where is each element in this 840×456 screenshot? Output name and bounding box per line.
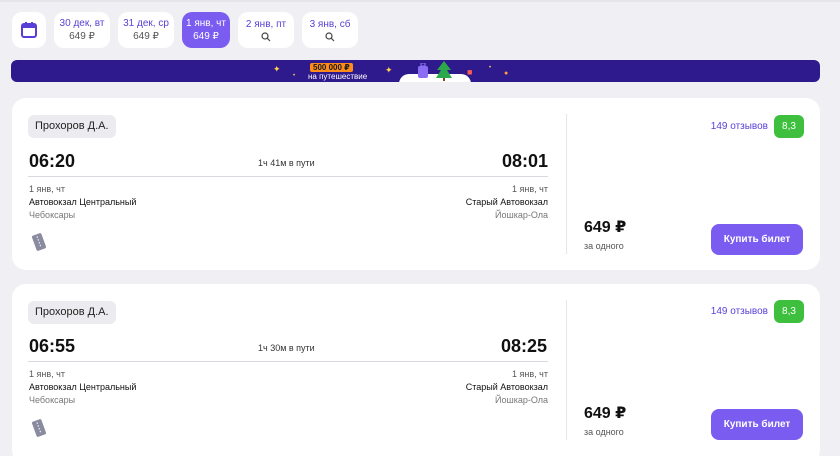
arrive-city: Йошкар-Ола [495,395,548,405]
promo-text: на путешествие [308,72,368,81]
ticket-price: 649 ₽ [584,405,627,422]
trip-card: Прохоров Д.А. 06:20 1ч 41м в пути 08:01 … [12,98,820,270]
date-chip-day: 31 дек, ср [123,18,169,29]
depart-time: 06:55 [29,336,76,356]
date-chip-jan3[interactable]: 3 янв, сб [302,12,358,48]
star-icon: ✦ [385,65,393,75]
depart-city: Чебоксары [29,210,76,220]
trip-duration: 1ч 41м в пути [258,158,315,168]
route-line [28,176,548,177]
search-icon [325,31,335,41]
star-icon: ✦ [273,64,281,74]
arrive-time: 08:25 [501,336,548,356]
carrier-name[interactable]: Прохоров Д.А. [28,301,116,324]
date-chip-day: 30 дек, вт [59,18,105,29]
depart-station: Автовокзал Центральный [29,382,137,392]
promo-amount: 500 000 ₽ [310,63,353,72]
date-chip-dec31[interactable]: 31 дек, ср 649 ₽ [118,12,174,48]
ticket-icon [31,419,47,437]
date-chip-day: 1 янв, чт [186,18,226,29]
buy-ticket-button[interactable]: Купить билет [711,409,803,440]
rating-badge: 8,3 [774,300,804,323]
arrive-station: Старый Автовокзал [465,382,548,392]
arrive-station: Старый Автовокзал [465,197,548,207]
price-note: за одного [584,427,624,437]
depart-station: Автовокзал Центральный [29,197,137,207]
arrive-date: 1 янв, чт [512,184,548,194]
card-divider [566,300,567,440]
arrive-time: 08:01 [502,151,549,171]
route-line [28,361,548,362]
date-chip-day: 3 янв, сб [309,18,351,30]
star-icon: ● [504,70,509,77]
depart-city: Чебоксары [29,395,76,405]
trip-duration: 1ч 30м в пути [258,343,315,353]
reviews-link[interactable]: 149 отзывов [711,121,768,132]
date-chip-dec30[interactable]: 30 дек, вт 649 ₽ [54,12,110,48]
search-icon [261,31,271,41]
reviews-link[interactable]: 149 отзывов [711,306,768,317]
snow-cloud [399,74,471,82]
star-icon: • [293,73,296,79]
ticket-price: 649 ₽ [584,219,627,236]
date-selector: 30 дек, вт 649 ₽ 31 дек, ср 649 ₽ 1 янв,… [12,12,358,48]
date-chip-price: 649 ₽ [69,31,95,42]
card-divider [566,114,567,254]
buy-ticket-button[interactable]: Купить билет [711,224,803,255]
date-chip-jan2[interactable]: 2 янв, пт [238,12,294,48]
date-chip-price: 649 ₽ [193,31,219,42]
depart-date: 1 янв, чт [29,369,65,379]
carrier-name[interactable]: Прохоров Д.А. [28,115,116,138]
christmas-tree-icon [436,61,452,81]
promo-banner[interactable]: ✦ • 500 000 ₽ на путешествие ✦ ■ • ● [11,60,820,82]
top-divider [0,0,840,2]
gift-icon: ■ [467,67,473,77]
trip-card: Прохоров Д.А. 06:55 1ч 30м в пути 08:25 … [12,284,820,456]
date-chip-day: 2 янв, пт [245,18,287,30]
calendar-icon [21,22,37,38]
star-icon: • [489,65,492,71]
date-chip-price: 649 ₽ [133,31,159,42]
date-chip-jan1[interactable]: 1 янв, чт 649 ₽ [182,12,230,48]
ticket-icon [31,233,47,251]
depart-time: 06:20 [29,151,76,171]
arrive-city: Йошкар-Ола [495,210,548,220]
rating-badge: 8,3 [774,115,804,138]
price-note: за одного [584,241,624,251]
arrive-date: 1 янв, чт [512,369,548,379]
depart-date: 1 янв, чт [29,184,65,194]
calendar-button[interactable] [12,12,46,48]
suitcase-icon [418,63,428,78]
